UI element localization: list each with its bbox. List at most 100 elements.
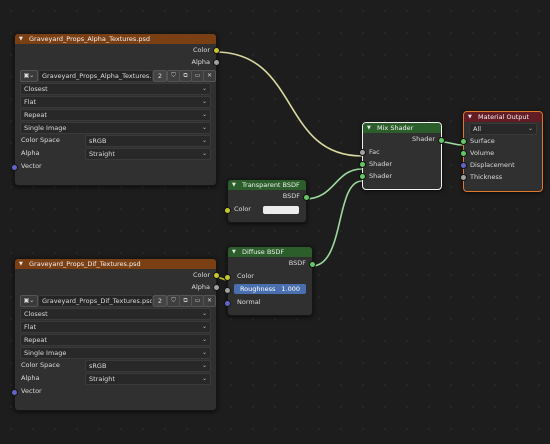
chevron-down-icon: ⌄ xyxy=(201,310,207,317)
image-name-field[interactable]: Graveyard_Props_Alpha_Textures.... xyxy=(38,70,153,82)
vector-input-socket[interactable] xyxy=(11,389,18,396)
socket-label: Normal xyxy=(237,298,261,306)
color-output-socket[interactable] xyxy=(213,47,220,54)
projection-dropdown[interactable]: Flat ⌄ xyxy=(20,321,211,333)
node-title: Mix Shader xyxy=(377,124,414,132)
image-icon[interactable]: ▣⌄ xyxy=(20,295,38,307)
roughness-slider[interactable]: Roughness 1.000 xyxy=(234,284,306,294)
input-surface: Surface xyxy=(460,135,542,147)
image-texture-node-alpha[interactable]: ▼ Graveyard_Props_Alpha_Textures.psd Col… xyxy=(11,33,220,186)
chevron-down-icon: ⌄ xyxy=(201,336,207,343)
projection-dropdown[interactable]: Flat ⌄ xyxy=(20,96,211,108)
shader-output-socket[interactable] xyxy=(438,137,445,144)
close-icon[interactable]: ✕ xyxy=(203,295,216,307)
chevron-down-icon: ⌄ xyxy=(201,124,207,131)
material-output-node[interactable]: ▼ Material Output All ⌄ Surface Volume Di… xyxy=(460,111,543,192)
volume-input-socket[interactable] xyxy=(460,150,467,157)
roughness-label: Roughness xyxy=(239,285,276,293)
surface-input-socket[interactable] xyxy=(460,138,467,145)
input-vector: Vector xyxy=(11,385,216,398)
image-texture-node-diffuse[interactable]: ▼ Graveyard_Props_Dif_Textures.psd Color… xyxy=(11,258,220,411)
color-output-socket[interactable] xyxy=(213,272,220,279)
extension-dropdown[interactable]: Repeat ⌄ xyxy=(20,334,211,346)
collapse-icon[interactable]: ▼ xyxy=(232,247,236,257)
source-row: Single Image ⌄ xyxy=(15,121,216,134)
alpha-output-socket[interactable] xyxy=(213,59,220,66)
color-space-label: Color Space xyxy=(21,136,60,144)
shader-input-socket[interactable] xyxy=(359,173,366,180)
alpha-mode-dropdown[interactable]: Straight ⌄ xyxy=(85,148,211,160)
link-alpha-color-to-fac xyxy=(214,51,363,157)
projection-row: Flat ⌄ xyxy=(15,320,216,333)
color-input-socket[interactable] xyxy=(224,274,231,281)
thickness-input-socket[interactable] xyxy=(460,174,467,181)
color-space-dropdown[interactable]: sRGB ⌄ xyxy=(85,360,211,372)
users-count[interactable]: 2 xyxy=(153,295,167,307)
socket-label: Shader xyxy=(411,135,435,143)
displacement-input-socket[interactable] xyxy=(460,162,467,169)
collapse-icon[interactable]: ▼ xyxy=(367,123,371,133)
color-swatch[interactable] xyxy=(263,206,299,214)
interpolation-dropdown[interactable]: Closest ⌄ xyxy=(20,83,211,95)
socket-label: Color xyxy=(237,272,254,280)
node-header[interactable]: ▼ Graveyard_Props_Alpha_Textures.psd xyxy=(15,34,216,44)
chevron-down-icon: ⌄ xyxy=(201,323,207,330)
node-header[interactable]: ▼ Diffuse BSDF xyxy=(228,247,312,257)
node-header[interactable]: ▼ Transparent BSDF xyxy=(228,180,306,190)
image-name-field[interactable]: Graveyard_Props_Dif_Textures.psd xyxy=(38,295,153,307)
color-space-label: Color Space xyxy=(21,361,60,369)
node-header[interactable]: ▼ Material Output xyxy=(464,112,542,122)
image-icon[interactable]: ▣⌄ xyxy=(20,70,38,82)
extension-row: Repeat ⌄ xyxy=(15,108,216,121)
extension-dropdown[interactable]: Repeat ⌄ xyxy=(20,109,211,121)
chevron-down-icon: ⌄ xyxy=(201,362,207,369)
color-input-socket[interactable] xyxy=(224,207,231,214)
source-dropdown[interactable]: Single Image ⌄ xyxy=(20,122,211,134)
chevron-down-icon: ⌄ xyxy=(201,85,207,92)
vector-input-socket[interactable] xyxy=(11,164,18,171)
transparent-bsdf-node[interactable]: ▼ Transparent BSDF BSDF Color xyxy=(224,179,310,223)
collapse-icon[interactable]: ▼ xyxy=(19,34,23,44)
normal-input-socket[interactable] xyxy=(224,300,231,307)
alpha-mode-label: Alpha xyxy=(21,149,40,157)
bsdf-output-socket[interactable] xyxy=(309,261,316,268)
link-transparent-to-mix xyxy=(304,168,363,200)
interpolation-dropdown[interactable]: Closest ⌄ xyxy=(20,308,211,320)
diffuse-bsdf-node[interactable]: ▼ Diffuse BSDF BSDF Color Roughness 1.000… xyxy=(224,246,316,316)
alpha-mode-dropdown[interactable]: Straight ⌄ xyxy=(85,373,211,385)
socket-label: Shader xyxy=(369,160,393,168)
fac-input-socket[interactable] xyxy=(359,149,366,156)
users-count[interactable]: 2 xyxy=(153,70,167,82)
node-header[interactable]: ▼ Graveyard_Props_Dif_Textures.psd xyxy=(15,259,216,269)
output-bsdf: BSDF xyxy=(228,257,316,270)
socket-label: Alpha xyxy=(191,58,210,66)
color-space-row: Color Space sRGB ⌄ xyxy=(15,134,216,147)
alpha-mode-label: Alpha xyxy=(21,374,40,382)
chevron-down-icon: ⌄ xyxy=(527,125,533,132)
collapse-icon[interactable]: ▼ xyxy=(19,259,23,269)
close-icon[interactable]: ✕ xyxy=(203,70,216,82)
alpha-output-socket[interactable] xyxy=(213,284,220,291)
mix-shader-node[interactable]: ▼ Mix Shader Shader Fac Shader Shader xyxy=(359,122,445,190)
collapse-icon[interactable]: ▼ xyxy=(232,180,236,190)
source-dropdown[interactable]: Single Image ⌄ xyxy=(20,347,211,359)
roughness-input-socket[interactable] xyxy=(224,287,231,294)
node-header[interactable]: ▼ Mix Shader xyxy=(363,123,441,133)
shader-input-socket[interactable] xyxy=(359,161,366,168)
input-volume: Volume xyxy=(460,147,542,159)
output-color: Color xyxy=(15,44,220,56)
chevron-down-icon: ⌄ xyxy=(201,111,207,118)
image-selector: ▣⌄ Graveyard_Props_Dif_Textures.psd 2 ⛉ … xyxy=(15,293,216,307)
collapse-icon[interactable]: ▼ xyxy=(468,112,472,122)
target-row: All ⌄ xyxy=(464,122,542,135)
projection-row: Flat ⌄ xyxy=(15,95,216,108)
input-fac: Fac xyxy=(359,146,441,158)
chevron-down-icon: ⌄ xyxy=(201,349,207,356)
color-space-dropdown[interactable]: sRGB ⌄ xyxy=(85,135,211,147)
bsdf-output-socket[interactable] xyxy=(303,194,310,201)
socket-label: Volume xyxy=(470,149,495,157)
input-thickness: Thickness xyxy=(460,171,542,183)
socket-label: Vector xyxy=(21,387,42,395)
target-dropdown[interactable]: All ⌄ xyxy=(469,123,537,135)
socket-label: Surface xyxy=(470,137,495,145)
